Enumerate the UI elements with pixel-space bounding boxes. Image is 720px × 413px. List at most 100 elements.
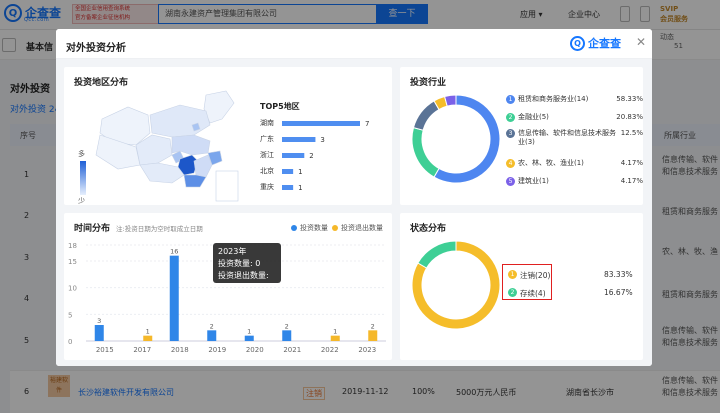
region-title: 投资地区分布 bbox=[74, 78, 129, 88]
bar-exit-label: 2 bbox=[371, 322, 375, 330]
legend-invest[interactable]: 投资数量 bbox=[291, 223, 328, 233]
industry-donut-chart[interactable] bbox=[410, 93, 502, 185]
legend-label: 存续(4) bbox=[520, 289, 546, 298]
investment-analysis-modal: 对外投资分析 Q 企查查 ✕ 投资地区分布 多 少 TOP5地区 湖南 7 广东… bbox=[56, 29, 652, 366]
y-tick-label: 10 bbox=[68, 285, 77, 293]
top5-label: 浙江 bbox=[260, 150, 274, 159]
chart-tooltip: 2023年 投资数量: 0 投资退出数量: 2 bbox=[213, 243, 281, 292]
top5-bar[interactable] bbox=[282, 121, 360, 126]
bar-invest-label: 2 bbox=[285, 322, 289, 330]
logo-mark-icon: Q bbox=[570, 35, 585, 51]
legend-label: 农、林、牧、渔业(1) bbox=[518, 159, 584, 167]
modal-title: 对外投资分析 bbox=[66, 43, 126, 54]
top5-bar[interactable] bbox=[282, 137, 316, 142]
bar-invest[interactable] bbox=[282, 330, 292, 341]
modal-logo-text: 企查查 bbox=[588, 37, 621, 50]
bar-exit-label: 1 bbox=[333, 328, 337, 336]
legend-number-badge: 2 bbox=[508, 288, 517, 297]
legend-number-badge: 1 bbox=[506, 95, 515, 104]
tooltip-year: 2023年 bbox=[218, 247, 247, 256]
donut-slice[interactable] bbox=[433, 94, 501, 184]
map-legend-high: 多 bbox=[78, 150, 85, 158]
x-tick-label: 2019 bbox=[208, 346, 226, 354]
top5-label: 湖南 bbox=[260, 118, 274, 127]
legend-label: 注销(20) bbox=[520, 271, 551, 280]
y-tick-label: 18 bbox=[68, 242, 77, 250]
legend-exit[interactable]: 投资退出数量 bbox=[332, 223, 383, 233]
close-icon[interactable]: ✕ bbox=[634, 35, 648, 49]
modal-body: 投资地区分布 多 少 TOP5地区 湖南 7 广东 3 浙江 2 北京 1 重庆… bbox=[56, 59, 652, 366]
region-panel: 投资地区分布 多 少 TOP5地区 湖南 7 广东 3 浙江 2 北京 1 重庆… bbox=[64, 67, 392, 205]
time-note: 注:投资日期为空时取成立日期 bbox=[116, 225, 203, 233]
bar-invest[interactable] bbox=[169, 255, 179, 341]
top5-title: TOP5地区 bbox=[260, 102, 300, 111]
x-tick-label: 2020 bbox=[246, 346, 264, 354]
legend-number-badge: 3 bbox=[506, 129, 515, 138]
bar-invest-label: 2 bbox=[210, 322, 214, 330]
south-sea-inset bbox=[215, 170, 239, 202]
donut-slice[interactable] bbox=[412, 100, 440, 131]
bar-exit[interactable] bbox=[368, 330, 378, 341]
status-title: 状态分布 bbox=[410, 224, 447, 234]
bar-exit[interactable] bbox=[143, 335, 153, 341]
bar-invest[interactable] bbox=[94, 325, 104, 341]
map-region-north bbox=[149, 104, 211, 138]
map-legend-gradient bbox=[80, 161, 86, 195]
legend-number-badge: 2 bbox=[506, 113, 515, 122]
top5-value: 1 bbox=[298, 168, 302, 176]
legend-exit-dot bbox=[332, 225, 338, 231]
modal-header: 对外投资分析 Q 企查查 ✕ bbox=[56, 29, 652, 59]
china-map[interactable] bbox=[88, 89, 248, 205]
donut-slice[interactable] bbox=[411, 126, 440, 178]
top5-label: 重庆 bbox=[260, 182, 274, 191]
map-region-northeast bbox=[203, 90, 235, 124]
top5-value: 2 bbox=[309, 152, 313, 160]
modal-logo: Q 企查查 bbox=[570, 35, 621, 51]
legend-number-badge: 4 bbox=[506, 159, 515, 168]
map-region-guangdong bbox=[183, 174, 207, 188]
x-tick-label: 2015 bbox=[96, 346, 114, 354]
top5-value: 7 bbox=[365, 120, 369, 128]
donut-slice[interactable] bbox=[443, 94, 457, 107]
legend-percent: 16.67% bbox=[604, 288, 633, 297]
tooltip-invest: 投资数量: 0 bbox=[218, 259, 261, 268]
legend-number-badge: 5 bbox=[506, 177, 515, 186]
legend-percent: 20.83% bbox=[616, 113, 643, 121]
y-tick-label: 15 bbox=[68, 258, 77, 266]
legend-percent: 12.5% bbox=[620, 129, 643, 137]
bar-invest-label: 16 bbox=[170, 248, 178, 256]
legend-exit-label: 投资退出数量 bbox=[341, 224, 383, 232]
legend-label: 信息传输、软件和信息技术服务业(3) bbox=[518, 129, 616, 146]
legend-percent: 83.33% bbox=[604, 270, 633, 279]
donut-slice[interactable] bbox=[417, 240, 457, 269]
time-title: 时间分布 bbox=[74, 224, 111, 234]
status-donut-chart[interactable] bbox=[410, 239, 502, 331]
legend-label: 金融业(5) bbox=[518, 113, 549, 121]
bar-invest[interactable] bbox=[244, 335, 254, 341]
bar-invest[interactable] bbox=[207, 330, 217, 341]
bar-invest-label: 1 bbox=[247, 328, 251, 336]
y-tick-label: 5 bbox=[68, 311, 72, 319]
bar-exit-label: 1 bbox=[146, 328, 150, 336]
top5-value: 1 bbox=[298, 184, 302, 192]
legend-percent: 4.17% bbox=[620, 177, 643, 185]
top5-label: 北京 bbox=[260, 166, 274, 175]
x-tick-label: 2021 bbox=[283, 346, 301, 354]
map-region-southeast bbox=[193, 154, 213, 178]
y-tick-label: 0 bbox=[68, 338, 72, 346]
top5-bar[interactable] bbox=[282, 169, 294, 174]
legend-label: 建筑业(1) bbox=[518, 177, 549, 185]
tooltip-exit: 投资退出数量: 2 bbox=[218, 271, 269, 292]
industry-panel: 投资行业 1 租赁和商务服务业(14) 58.33% 2 金融业(5) 20.83% 3 信息… bbox=[400, 67, 643, 205]
x-tick-label: 2023 bbox=[358, 346, 376, 354]
top5-bar[interactable] bbox=[282, 185, 294, 190]
map-region-southwest bbox=[139, 162, 185, 184]
top5-value: 3 bbox=[320, 136, 324, 144]
legend-number-badge: 1 bbox=[508, 270, 517, 279]
legend-percent: 58.33% bbox=[616, 95, 643, 103]
bar-exit[interactable] bbox=[330, 335, 340, 341]
legend-invest-dot bbox=[291, 225, 297, 231]
x-tick-label: 2018 bbox=[171, 346, 189, 354]
top5-bar[interactable] bbox=[282, 153, 305, 158]
industry-title: 投资行业 bbox=[410, 78, 447, 88]
